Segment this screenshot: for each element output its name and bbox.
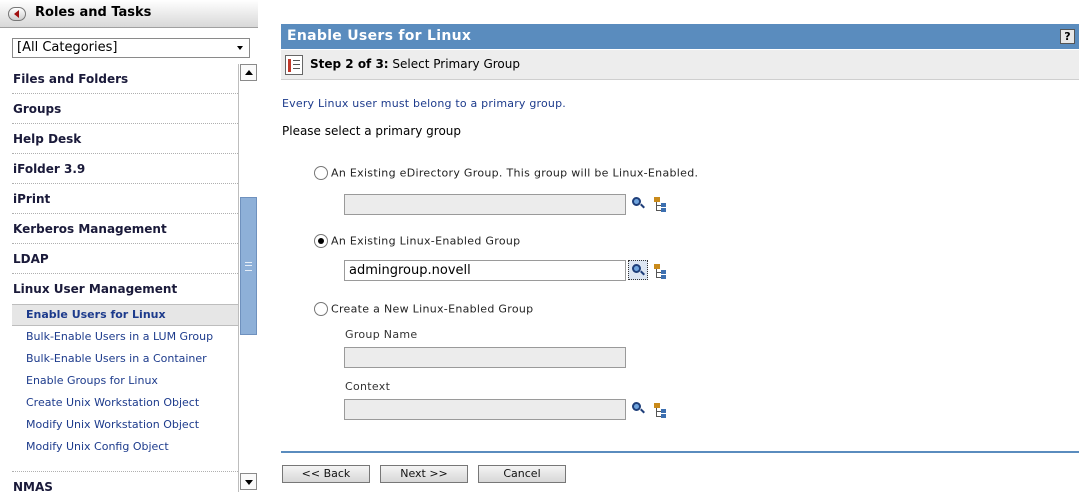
group-name-field[interactable] — [344, 347, 626, 368]
context-label: Context — [345, 380, 391, 393]
browse-search-button[interactable] — [628, 260, 648, 280]
task-title-bar: Enable Users for Linux ? — [281, 24, 1079, 49]
role-ifolder[interactable]: iFolder 3.9 — [12, 154, 238, 184]
option-existing-linux-group[interactable]: An Existing Linux-Enabled Group — [314, 234, 520, 250]
chevron-down-icon[interactable] — [231, 39, 249, 57]
role-groups[interactable]: Groups — [12, 94, 238, 124]
context-field[interactable] — [344, 399, 626, 420]
roles-and-tasks-title: Roles and Tasks — [35, 5, 152, 20]
browse-search-button[interactable] — [629, 399, 649, 419]
role-ldap[interactable]: LDAP — [12, 244, 238, 274]
task-bulk-enable-container[interactable]: Bulk-Enable Users in a Container — [12, 348, 238, 370]
tree-browse-icon[interactable] — [653, 196, 667, 212]
help-icon[interactable]: ? — [1060, 29, 1075, 44]
radio-create-new-group[interactable] — [314, 302, 328, 316]
task-create-unix-workstation[interactable]: Create Unix Workstation Object — [12, 392, 238, 414]
role-help-desk[interactable]: Help Desk — [12, 124, 238, 154]
role-list-scrollbar[interactable] — [238, 64, 257, 492]
next-button[interactable]: Next >> — [380, 465, 468, 483]
option-label: An Existing Linux-Enabled Group — [331, 234, 521, 248]
collapse-panel-icon[interactable] — [8, 7, 26, 21]
role-nmas[interactable]: NMAS — [12, 472, 238, 492]
roles-and-tasks-panel: Roles and Tasks [All Categories] Files a… — [0, 0, 259, 492]
task-enable-users-for-linux[interactable]: Enable Users for Linux — [12, 304, 238, 326]
role-files-and-folders[interactable]: Files and Folders — [12, 64, 238, 94]
page-title: Enable Users for Linux — [287, 28, 472, 44]
radio-existing-linux-group[interactable] — [314, 234, 328, 248]
task-panel: Enable Users for Linux ? Step 2 of 3: Se… — [281, 24, 1079, 492]
role-iprint[interactable]: iPrint — [12, 184, 238, 214]
prompt-text: Please select a primary group — [282, 124, 462, 138]
scroll-up-icon[interactable] — [240, 64, 257, 81]
wizard-step-icon — [285, 55, 303, 75]
scroll-down-icon[interactable] — [240, 473, 257, 490]
edirectory-group-field[interactable] — [344, 194, 626, 215]
cancel-button[interactable]: Cancel — [478, 465, 566, 483]
radio-existing-edirectory-group[interactable] — [314, 166, 328, 180]
intro-text: Every Linux user must belong to a primar… — [282, 97, 566, 110]
category-select-value: [All Categories] — [17, 40, 118, 55]
tree-browse-icon[interactable] — [653, 402, 667, 418]
category-select[interactable]: [All Categories] — [12, 38, 250, 58]
browse-search-button[interactable] — [629, 194, 649, 214]
step-number: Step 2 of 3: — [310, 57, 389, 71]
task-bulk-enable-lum-group[interactable]: Bulk-Enable Users in a LUM Group — [12, 326, 238, 348]
step-indicator: Step 2 of 3: Select Primary Group — [310, 57, 520, 71]
task-modify-unix-workstation[interactable]: Modify Unix Workstation Object — [12, 414, 238, 436]
group-name-label: Group Name — [345, 328, 418, 341]
step-bar: Step 2 of 3: Select Primary Group — [281, 50, 1079, 80]
linux-group-field[interactable]: admingroup.novell — [344, 260, 626, 281]
step-title: Select Primary Group — [388, 57, 520, 71]
scroll-thumb[interactable] — [240, 197, 257, 335]
role-linux-user-management[interactable]: Linux User Management — [12, 274, 238, 304]
task-modify-unix-config[interactable]: Modify Unix Config Object — [12, 436, 238, 458]
option-label: Create a New Linux-Enabled Group — [331, 302, 534, 316]
option-existing-edirectory-group[interactable]: An Existing eDirectory Group. This group… — [314, 166, 698, 182]
back-button[interactable]: << Back — [282, 465, 370, 483]
option-create-new-group[interactable]: Create a New Linux-Enabled Group — [314, 302, 533, 318]
footer-divider — [281, 451, 1079, 453]
role-list: Files and Folders Groups Help Desk iFold… — [12, 64, 238, 492]
role-kerberos-management[interactable]: Kerberos Management — [12, 214, 238, 244]
divider — [12, 458, 238, 472]
option-label: An Existing eDirectory Group. This group… — [331, 166, 699, 180]
task-enable-groups-for-linux[interactable]: Enable Groups for Linux — [12, 370, 238, 392]
roles-and-tasks-header: Roles and Tasks — [0, 0, 258, 28]
tree-browse-icon[interactable] — [653, 263, 667, 279]
